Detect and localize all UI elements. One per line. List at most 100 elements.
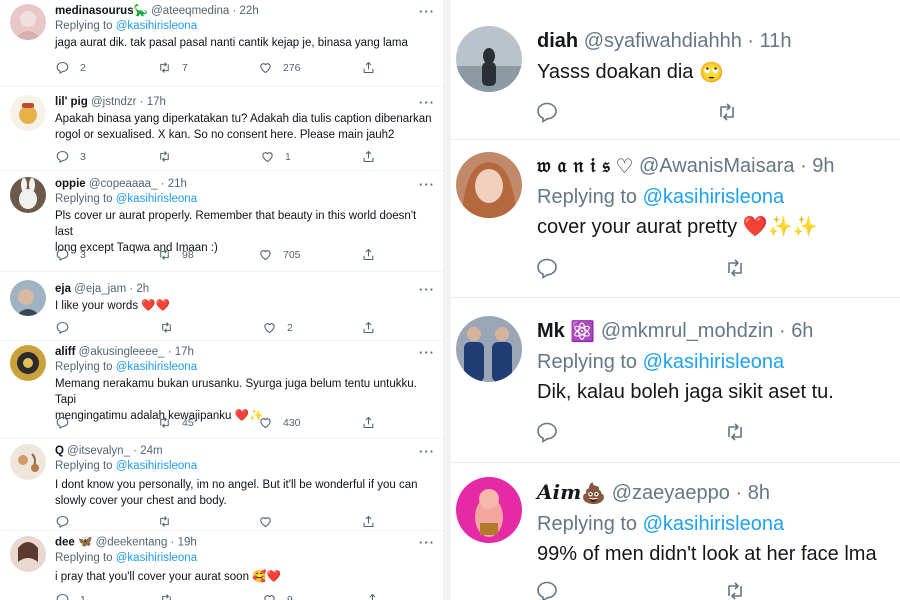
avatar[interactable] bbox=[456, 152, 522, 218]
avatar[interactable] bbox=[10, 444, 46, 480]
reply-button[interactable]: 2 bbox=[55, 60, 86, 75]
handle[interactable]: @akusingleeee_ bbox=[79, 346, 165, 358]
tweet[interactable]: aliff @akusingleeee_ · 17h ··· Replying … bbox=[0, 341, 443, 439]
display-name[interactable]: lil' pig bbox=[55, 96, 88, 108]
avatar[interactable] bbox=[10, 536, 46, 572]
avatar[interactable] bbox=[10, 280, 46, 316]
share-button[interactable] bbox=[365, 592, 380, 600]
tweet[interactable]: Mk ⚛️ @mkmrul_mohdzin · 6h Replying to @… bbox=[451, 298, 900, 463]
share-button[interactable] bbox=[361, 60, 376, 75]
retweet-button[interactable] bbox=[723, 420, 747, 449]
avatar[interactable] bbox=[456, 26, 522, 92]
avatar[interactable] bbox=[10, 177, 46, 213]
retweet-button[interactable] bbox=[159, 592, 184, 600]
like-button[interactable]: 2 bbox=[262, 320, 293, 335]
tweet[interactable]: eja @eja_jam · 2h ··· I like your words … bbox=[0, 272, 443, 341]
timestamp[interactable]: 8h bbox=[748, 482, 770, 504]
handle[interactable]: @AwanisMaisara bbox=[639, 155, 795, 177]
more-icon[interactable]: ··· bbox=[419, 177, 435, 192]
like-button[interactable] bbox=[258, 514, 283, 529]
timestamp[interactable]: 9h bbox=[812, 155, 834, 177]
display-name[interactable]: Q bbox=[55, 445, 64, 457]
reply-button[interactable] bbox=[55, 514, 80, 529]
mention-link[interactable]: @kasihirisleona bbox=[643, 186, 784, 208]
avatar[interactable] bbox=[10, 95, 46, 131]
like-button[interactable]: 705 bbox=[258, 247, 301, 262]
tweet[interactable]: 𝔴 𝔞 𝔫 𝔦 𝔰 ♡ @AwanisMaisara · 9h Replying… bbox=[451, 140, 900, 298]
timestamp[interactable]: 21h bbox=[168, 178, 187, 190]
handle[interactable]: @mkmrul_mohdzin bbox=[601, 320, 774, 342]
display-name[interactable]: 𝑨𝒊𝒎 bbox=[537, 480, 581, 504]
timestamp[interactable]: 24m bbox=[140, 445, 162, 457]
retweet-button[interactable] bbox=[723, 579, 747, 600]
timestamp[interactable]: 22h bbox=[240, 5, 259, 17]
handle[interactable]: @ateeqmedina bbox=[151, 5, 229, 17]
retweet-button[interactable] bbox=[157, 514, 182, 529]
display-name[interactable]: 𝔴 𝔞 𝔫 𝔦 𝔰 bbox=[537, 153, 610, 177]
display-name[interactable]: dee bbox=[55, 537, 75, 549]
avatar[interactable] bbox=[456, 477, 522, 543]
more-icon[interactable]: ··· bbox=[419, 345, 435, 360]
like-button[interactable]: 276 bbox=[258, 60, 301, 75]
timestamp[interactable]: 2h bbox=[136, 283, 149, 295]
mention-link[interactable]: @kasihirisleona bbox=[116, 460, 197, 472]
mention-link[interactable]: @kasihirisleona bbox=[643, 351, 784, 373]
share-button[interactable] bbox=[361, 320, 376, 335]
share-button[interactable] bbox=[361, 247, 376, 262]
handle[interactable]: @itsevalyn_ bbox=[67, 445, 130, 457]
reply-button[interactable] bbox=[535, 420, 559, 449]
handle[interactable]: @eja_jam bbox=[74, 283, 126, 295]
reply-button[interactable] bbox=[535, 256, 559, 285]
retweet-button[interactable] bbox=[715, 100, 739, 129]
mention-link[interactable]: @kasihirisleona bbox=[116, 361, 197, 373]
mention-link[interactable]: @kasihirisleona bbox=[116, 20, 197, 32]
retweet-button[interactable]: 7 bbox=[157, 60, 188, 75]
display-name[interactable]: eja bbox=[55, 283, 71, 295]
timestamp[interactable]: 19h bbox=[178, 537, 197, 549]
display-name[interactable]: oppie bbox=[55, 178, 86, 190]
avatar[interactable] bbox=[10, 4, 46, 40]
retweet-button[interactable] bbox=[723, 256, 747, 285]
timestamp[interactable]: 17h bbox=[147, 96, 166, 108]
handle[interactable]: @zaeyaeppo bbox=[612, 482, 730, 504]
retweet-button[interactable]: 45 bbox=[157, 415, 194, 430]
more-icon[interactable]: ··· bbox=[419, 535, 435, 550]
timestamp[interactable]: 17h bbox=[175, 346, 194, 358]
timestamp[interactable]: 6h bbox=[791, 320, 813, 342]
handle[interactable]: @syafiwahdiahhh bbox=[584, 30, 742, 52]
share-button[interactable] bbox=[361, 514, 376, 529]
mention-link[interactable]: @kasihirisleona bbox=[116, 193, 197, 205]
timestamp[interactable]: 11h bbox=[760, 30, 792, 52]
tweet[interactable]: Q @itsevalyn_ · 24m ··· Replying to @kas… bbox=[0, 439, 443, 531]
share-button[interactable] bbox=[361, 149, 376, 164]
reply-button[interactable] bbox=[55, 320, 80, 335]
mention-link[interactable]: @kasihirisleona bbox=[116, 552, 197, 564]
reply-button[interactable] bbox=[535, 579, 559, 600]
like-button[interactable]: 430 bbox=[258, 415, 301, 430]
like-button[interactable]: 9 bbox=[262, 592, 293, 600]
tweet[interactable]: diah @syafiwahdiahhh · 11h Yasss doakan … bbox=[451, 0, 900, 140]
mention-link[interactable]: @kasihirisleona bbox=[643, 513, 784, 535]
tweet[interactable]: 𝑨𝒊𝒎💩 @zaeyaeppo · 8h Replying to @kasihi… bbox=[451, 463, 900, 600]
more-icon[interactable]: ··· bbox=[419, 444, 435, 459]
retweet-button[interactable] bbox=[159, 320, 184, 335]
handle[interactable]: @copeaaaa_ bbox=[89, 178, 158, 190]
reply-button[interactable] bbox=[55, 415, 80, 430]
like-button[interactable]: 1 bbox=[260, 149, 291, 164]
tweet[interactable]: lil' pig @jstndzr · 17h ··· Apakah binas… bbox=[0, 87, 443, 171]
tweet[interactable]: oppie @copeaaaa_ · 21h ··· Replying to @… bbox=[0, 171, 443, 272]
retweet-button[interactable] bbox=[157, 149, 182, 164]
reply-button[interactable]: 3 bbox=[55, 149, 86, 164]
display-name[interactable]: medinasourus🦕 bbox=[55, 5, 148, 17]
more-icon[interactable]: ··· bbox=[419, 4, 435, 19]
display-name[interactable]: Mk bbox=[537, 320, 565, 342]
handle[interactable]: @deekentang bbox=[96, 537, 168, 549]
handle[interactable]: @jstndzr bbox=[91, 96, 137, 108]
share-button[interactable] bbox=[361, 415, 376, 430]
reply-button[interactable] bbox=[535, 100, 559, 129]
tweet[interactable]: dee 🦋 @deekentang · 19h ··· Replying to … bbox=[0, 531, 443, 600]
reply-button[interactable]: 3 bbox=[55, 247, 86, 262]
display-name[interactable]: aliff bbox=[55, 346, 75, 358]
avatar[interactable] bbox=[10, 345, 46, 381]
retweet-button[interactable]: 98 bbox=[157, 247, 194, 262]
